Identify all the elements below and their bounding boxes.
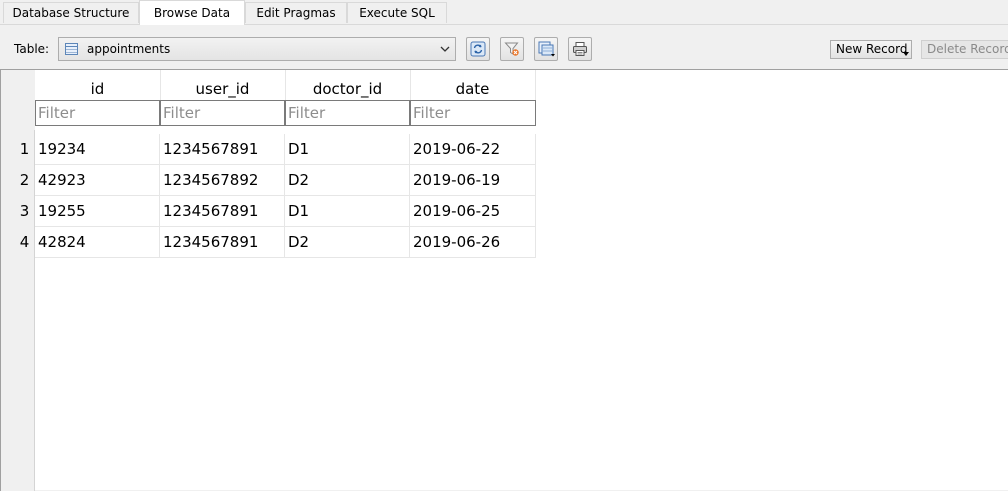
table-cell[interactable]: 19255 xyxy=(35,196,160,227)
table-cell[interactable]: 2019-06-26 xyxy=(410,227,536,258)
table-cell[interactable]: 2019-06-19 xyxy=(410,165,536,196)
table-cell[interactable]: 19234 xyxy=(35,134,160,165)
table-cell[interactable]: 1234567891 xyxy=(160,196,285,227)
table-icon xyxy=(65,43,78,55)
tab-database-structure[interactable]: Database Structure xyxy=(3,2,139,23)
save-table-button[interactable] xyxy=(534,37,558,61)
delete-record-button[interactable]: Delete Record xyxy=(921,40,1008,59)
grid-left-margin xyxy=(1,70,14,491)
delete-record-label: Delete Record xyxy=(927,42,1008,56)
table-cell[interactable]: 2019-06-22 xyxy=(410,134,536,165)
table-select[interactable]: appointments xyxy=(58,37,456,61)
column-separator xyxy=(410,70,411,100)
printer-icon xyxy=(573,42,587,56)
table-label: Table: xyxy=(14,42,50,56)
filter-input-date[interactable] xyxy=(410,100,536,126)
column-header-date[interactable]: date xyxy=(410,70,535,100)
tab-bar: Database Structure Browse Data Edit Prag… xyxy=(0,0,1008,25)
table-cell[interactable]: 1234567891 xyxy=(160,134,285,165)
table-cell[interactable]: 42923 xyxy=(35,165,160,196)
column-separator xyxy=(285,70,286,100)
column-separator xyxy=(535,70,536,100)
row-number[interactable]: 2 xyxy=(14,165,35,196)
tab-browse-data[interactable]: Browse Data xyxy=(139,0,245,25)
table-cell[interactable]: D2 xyxy=(285,165,410,196)
table-cell[interactable]: 1234567891 xyxy=(160,227,285,258)
dropdown-arrow-icon xyxy=(903,52,909,56)
grid-corner xyxy=(14,70,35,130)
column-header-doctor-id[interactable]: doctor_id xyxy=(285,70,410,100)
filter-clear-icon xyxy=(504,42,519,56)
row-number[interactable]: 3 xyxy=(14,196,35,227)
refresh-icon xyxy=(470,41,486,57)
table-cell[interactable]: D1 xyxy=(285,196,410,227)
tab-execute-sql[interactable]: Execute SQL xyxy=(347,2,447,23)
column-header-id[interactable]: id xyxy=(35,70,160,100)
column-separator xyxy=(160,70,161,100)
print-button[interactable] xyxy=(568,37,592,61)
table-cell[interactable]: D1 xyxy=(285,134,410,165)
save-table-icon xyxy=(538,41,555,57)
data-grid: id user_id doctor_id date 1 19234 123456… xyxy=(0,69,1008,491)
table-cell[interactable]: D2 xyxy=(285,227,410,258)
filter-input-doctor-id[interactable] xyxy=(285,100,410,126)
filter-input-id[interactable] xyxy=(35,100,160,126)
row-number[interactable]: 4 xyxy=(14,227,35,258)
chevron-down-icon xyxy=(440,46,450,52)
table-select-value: appointments xyxy=(87,42,171,56)
row-number[interactable]: 1 xyxy=(14,134,35,165)
clear-filters-button[interactable] xyxy=(500,37,524,61)
filter-input-user-id[interactable] xyxy=(160,100,285,126)
table-cell[interactable]: 1234567892 xyxy=(160,165,285,196)
new-record-button[interactable]: New Record xyxy=(830,40,912,59)
tab-edit-pragmas[interactable]: Edit Pragmas xyxy=(245,2,347,23)
table-cell[interactable]: 2019-06-25 xyxy=(410,196,536,227)
new-record-label: New Record xyxy=(836,42,908,56)
table-cell[interactable]: 42824 xyxy=(35,227,160,258)
column-header-user-id[interactable]: user_id xyxy=(160,70,285,100)
refresh-button[interactable] xyxy=(466,37,490,61)
